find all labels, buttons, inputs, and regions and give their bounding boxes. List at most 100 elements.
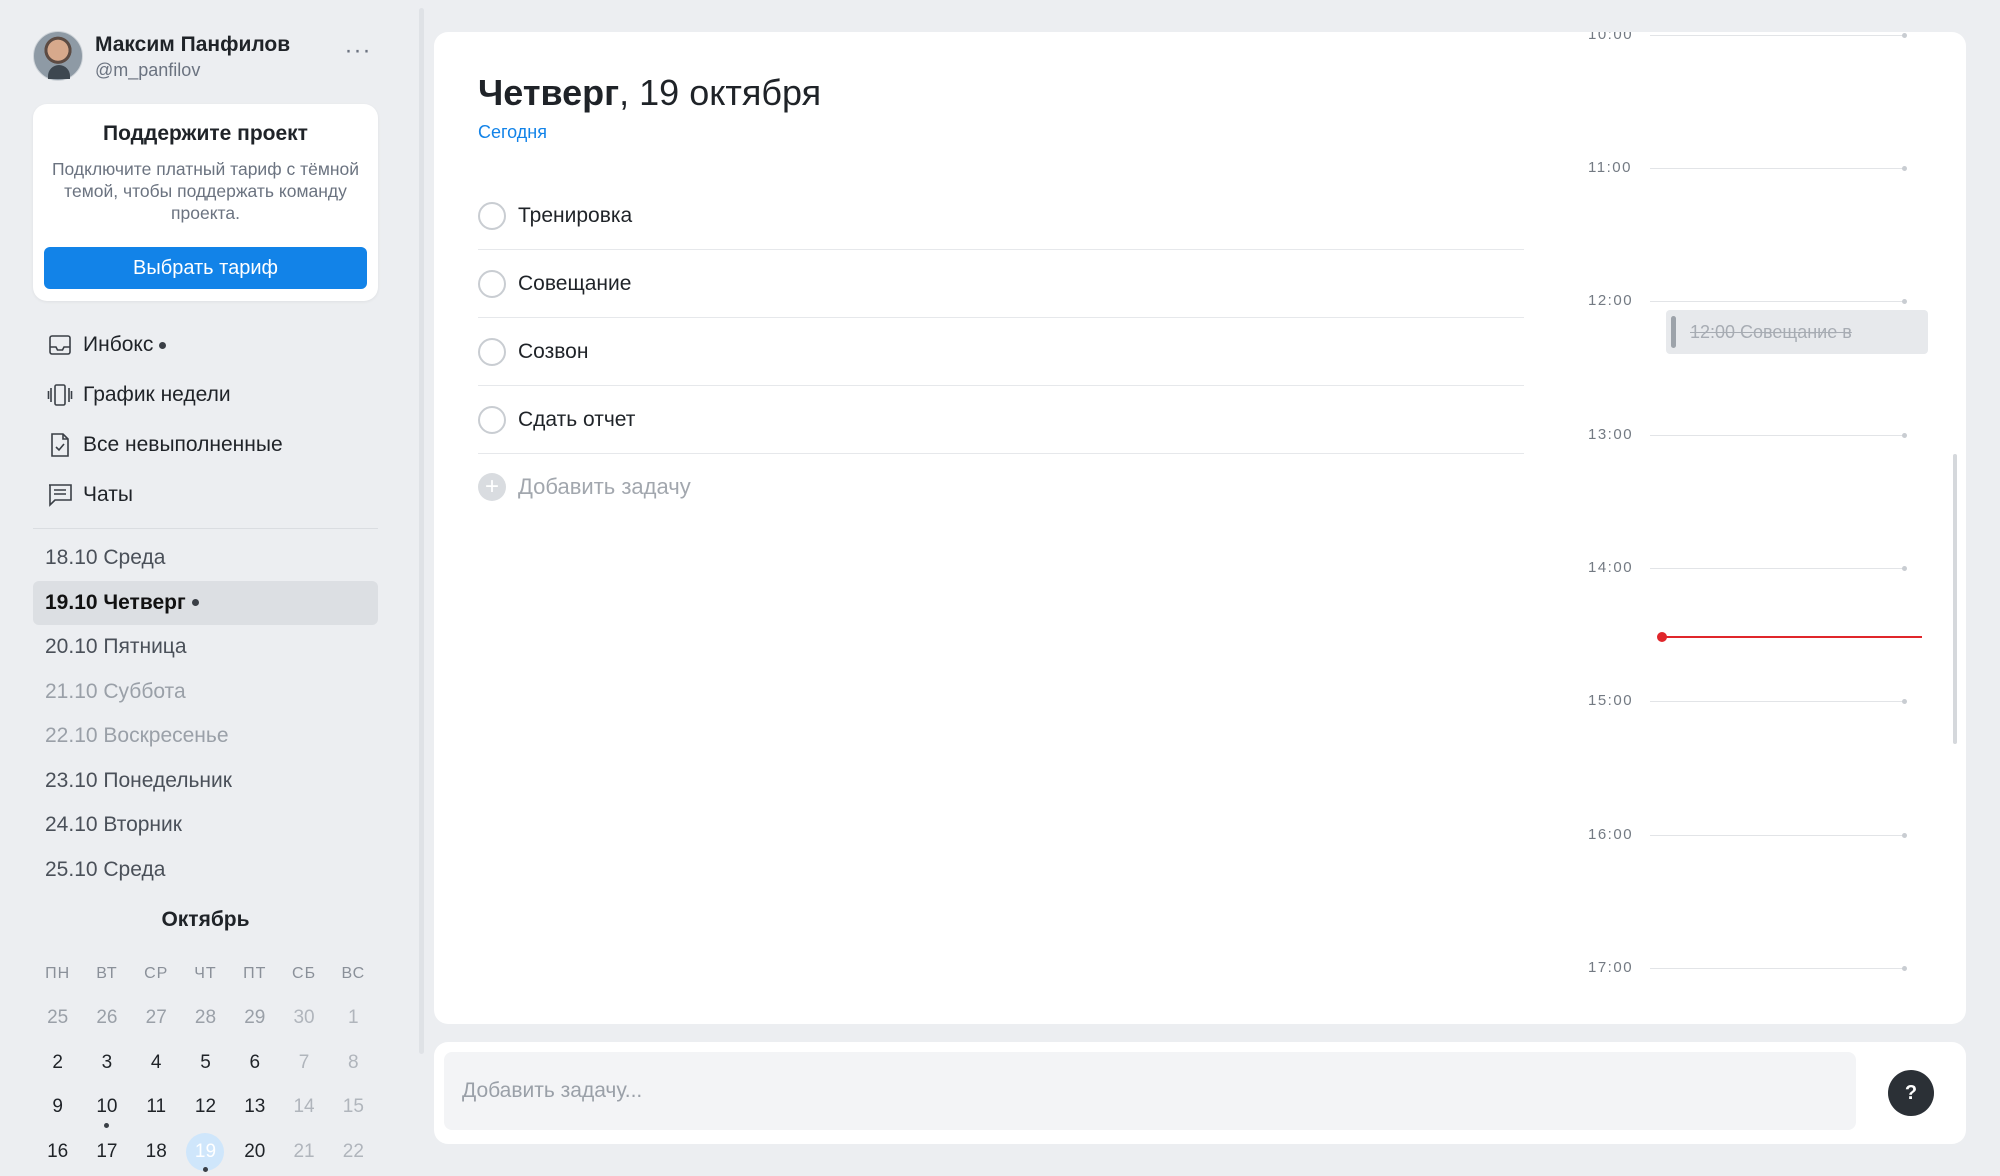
calendar-day[interactable]: 11	[132, 1085, 181, 1130]
avatar[interactable]	[33, 31, 83, 81]
calendar-day[interactable]: 27	[132, 996, 181, 1041]
weekday-title: Четверг	[478, 72, 620, 113]
calendar-day[interactable]: 20	[230, 1130, 279, 1175]
day-item[interactable]: 24.10 Вторник	[33, 803, 378, 848]
add-task-button[interactable]: + Добавить задачу	[478, 454, 1524, 520]
calendar-day[interactable]: 18	[132, 1130, 181, 1175]
calendar-grid: 25 26 27 28 29 30 1 2 3 4 5 6 7 8 9 10 11 12 13 14 15 16 17 18 1…	[33, 996, 378, 1174]
calendar-day-number: 25	[47, 1007, 69, 1028]
nav-item-label: Чаты	[83, 483, 133, 506]
calendar-day[interactable]: 30	[279, 996, 328, 1041]
day-item[interactable]: 18.10 Среда	[33, 536, 378, 581]
calendar-day[interactable]: 5	[181, 1041, 230, 1086]
nav-item-all-incomplete[interactable]: Все невыполненные	[33, 420, 378, 470]
calendar-day[interactable]: 29	[230, 996, 279, 1041]
calendar-day[interactable]: 17	[82, 1130, 131, 1175]
calendar-day[interactable]: 28	[181, 996, 230, 1041]
calendar-day-number: 19	[186, 1132, 225, 1171]
calendar-day[interactable]: 15	[329, 1085, 378, 1130]
calendar-day[interactable]: 6	[230, 1041, 279, 1086]
task-checkbox[interactable]	[478, 405, 506, 434]
hour-label: 15:00	[1588, 692, 1634, 709]
day-item-selected[interactable]: 19.10 Четверг	[33, 580, 378, 625]
nav-item-chats[interactable]: Чаты	[33, 470, 378, 520]
calendar-day[interactable]: 4	[132, 1041, 181, 1086]
day-item[interactable]: 21.10 Суббота	[33, 670, 378, 715]
inbox-icon	[47, 332, 73, 358]
hour-row: 14:00	[1574, 559, 1934, 579]
task-checkbox[interactable]	[478, 269, 506, 298]
week-schedule-icon	[47, 382, 73, 408]
calendar-day-today[interactable]: 19	[181, 1130, 230, 1175]
choose-plan-button[interactable]: Выбрать тариф	[44, 247, 367, 289]
hour-row: 10:00	[1574, 32, 1934, 46]
calendar-week-row: 9 10 11 12 13 14 15	[33, 1085, 378, 1130]
day-item[interactable]: 25.10 Среда	[33, 848, 378, 893]
calendar-day-number: 3	[101, 1051, 113, 1073]
more-options-button[interactable]: ···	[338, 39, 378, 71]
hour-row: 17:00	[1574, 959, 1934, 979]
hour-row: 13:00	[1574, 426, 1934, 446]
weekday-label: ПН	[45, 965, 71, 982]
hour-timeline[interactable]: 10:00 11:00 12:00 13:00 14:00 15:00 16:0…	[1574, 32, 1934, 1024]
weekday-label: ВТ	[96, 965, 118, 982]
task-row[interactable]: Сдать отчет	[478, 386, 1524, 454]
calendar-day[interactable]: 10	[82, 1085, 131, 1130]
task-checkbox[interactable]	[478, 201, 506, 230]
weekday-label: СР	[144, 965, 169, 982]
task-row[interactable]: Тренировка	[478, 182, 1524, 250]
nav-item-inbox[interactable]: Инбокс	[33, 320, 378, 370]
calendar-day-number: 18	[145, 1140, 167, 1162]
calendar-day[interactable]: 16	[33, 1130, 82, 1175]
calendar-day[interactable]: 14	[279, 1085, 328, 1130]
calendar-day[interactable]: 7	[279, 1041, 328, 1086]
today-link[interactable]: Сегодня	[478, 122, 547, 143]
task-checkbox[interactable]	[478, 337, 506, 366]
task-row[interactable]: Созвон	[478, 318, 1524, 386]
hour-line	[1650, 433, 1907, 438]
add-task-input[interactable]	[444, 1052, 1856, 1130]
calendar-day[interactable]: 26	[82, 996, 131, 1041]
sidebar-scrollbar[interactable]	[419, 8, 424, 1054]
calendar-event[interactable]: 12:00 Совещание в	[1666, 310, 1928, 354]
day-item[interactable]: 23.10 Понедельник	[33, 759, 378, 804]
task-row[interactable]: Совещание	[478, 250, 1524, 318]
day-item[interactable]: 22.10 Воскресенье	[33, 714, 378, 759]
calendar-day[interactable]: 12	[181, 1085, 230, 1130]
calendar-day[interactable]: 8	[329, 1041, 378, 1086]
calendar-day[interactable]: 13	[230, 1085, 279, 1130]
calendar-week-row: 25 26 27 28 29 30 1	[33, 996, 378, 1041]
event-color-bar	[1671, 316, 1676, 348]
calendar-day[interactable]: 2	[33, 1041, 82, 1086]
calendar-day-number: 11	[146, 1096, 167, 1117]
day-item[interactable]: 20.10 Пятница	[33, 625, 378, 670]
calendar-day[interactable]: 1	[329, 996, 378, 1041]
calendar-day[interactable]: 22	[329, 1130, 378, 1175]
calendar-day-number: 7	[298, 1051, 310, 1073]
day-label: 18.10 Среда	[45, 546, 166, 569]
task-title: Сдать отчет	[518, 407, 636, 431]
help-button[interactable]: ?	[1888, 1070, 1934, 1116]
calendar-day-number: 5	[200, 1051, 211, 1073]
calendar-week-row: 2 3 4 5 6 7 8	[33, 1041, 378, 1086]
nav-item-week-schedule[interactable]: График недели	[33, 370, 378, 420]
hour-line	[1650, 833, 1907, 838]
profile-name: Максим Панфилов	[95, 33, 291, 56]
sidebar: Максим Панфилов @m_panfilov ··· Поддержи…	[0, 0, 424, 1176]
calendar-day[interactable]: 25	[33, 996, 82, 1041]
calendar-day-number: 10	[96, 1096, 118, 1117]
user-profile[interactable]: Максим Панфилов @m_panfilov ···	[33, 31, 378, 83]
current-time-line	[1662, 636, 1922, 638]
timeline-scrollbar[interactable]	[1953, 454, 1957, 744]
calendar-day[interactable]: 3	[82, 1041, 131, 1086]
calendar-day-number: 13	[244, 1096, 266, 1117]
calendar-day[interactable]: 9	[33, 1085, 82, 1130]
calendar-day[interactable]: 21	[279, 1130, 328, 1175]
hour-line	[1650, 299, 1907, 304]
weekday-label: ПТ	[243, 965, 267, 982]
day-view: Четверг, 19 октября Сегодня Тренировка С…	[434, 32, 1966, 1024]
hour-line	[1650, 699, 1907, 704]
hour-line	[1650, 566, 1907, 571]
calendar-day-number: 26	[96, 1007, 118, 1028]
date-title: , 19 октября	[619, 72, 822, 113]
